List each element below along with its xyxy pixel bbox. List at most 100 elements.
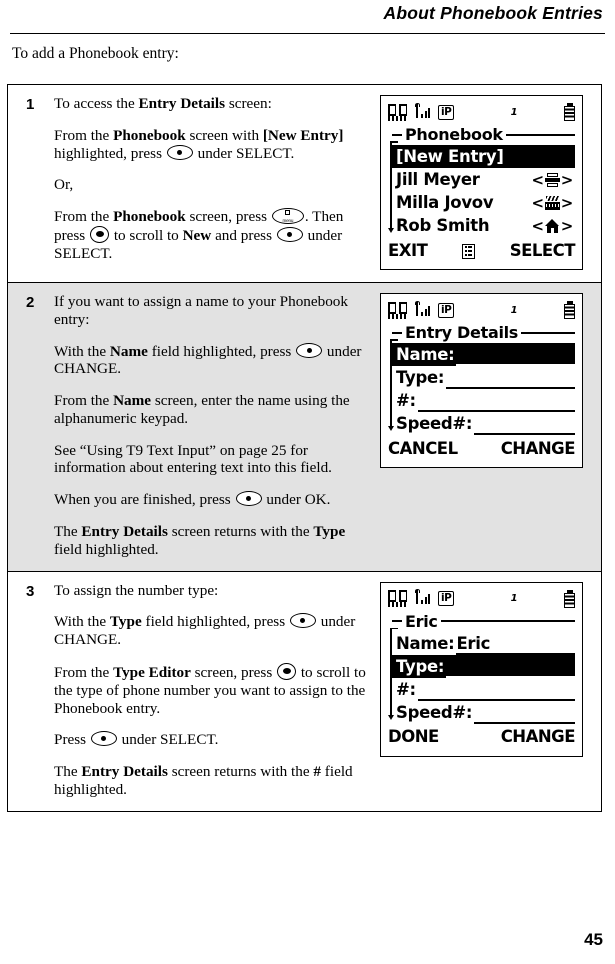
field-row-speed[interactable]: Speed#:: [392, 701, 575, 724]
text-fragment: With the: [54, 613, 110, 631]
field-row-type[interactable]: Type:: [392, 654, 575, 678]
line-number-indicator: 1: [510, 106, 518, 118]
step-paragraph: To assign the number type:: [54, 582, 374, 600]
list-item[interactable]: Rob Smith < >: [392, 214, 575, 237]
field-value: [446, 675, 575, 678]
text-fragment: When you are finished, press: [54, 491, 235, 509]
step-body: To access the Entry Details screen: From…: [50, 85, 380, 274]
status-bar: iP 1: [388, 102, 575, 122]
phonebook-book-icon: [388, 103, 407, 121]
text-fragment: under OK.: [262, 491, 331, 509]
softkey-bar: CANCEL CHANGE: [388, 435, 576, 460]
list-item-label: [New Entry]: [396, 147, 504, 166]
screen-title: Phonebook: [405, 125, 503, 144]
list-item[interactable]: Jill Meyer < >: [392, 168, 575, 191]
field-row-type[interactable]: Type:: [392, 366, 575, 389]
step-row: 3 To assign the number type: With the Ty…: [8, 570, 601, 811]
select-key-icon: [276, 226, 303, 242]
text-fragment: screen:: [225, 95, 272, 112]
entry-details-fields: Name: Eric Type: #: Speed#:: [388, 627, 575, 724]
text-fragment: highlighted, press: [54, 144, 166, 162]
step-number: 1: [26, 96, 35, 113]
softkey-bar: DONE CHANGE: [388, 724, 576, 749]
step-paragraph: With the Type field highlighted, press u…: [54, 613, 374, 649]
step-paragraph: From the Phonebook screen with [New Entr…: [54, 127, 374, 163]
title-rule-right: [440, 620, 575, 623]
screen-title-row: Eric: [388, 611, 575, 632]
select-key-icon: [289, 613, 316, 629]
text-fragment: To assign the number type:: [54, 581, 219, 599]
step-number: 2: [26, 294, 35, 311]
status-bar: iP 1: [388, 300, 575, 320]
text-fragment: field highlighted, press: [141, 613, 289, 631]
text-fragment: From the: [54, 392, 114, 410]
field-row-number[interactable]: #:: [392, 389, 575, 412]
scroll-indicator-icon: [388, 339, 398, 433]
signal-antenna-icon: [414, 300, 436, 319]
emphasis-phonebook: Phonebook: [113, 208, 186, 226]
phone-screen-phonebook: iP 1 Phonebook [New Entry] Jill Meyer < …: [380, 95, 583, 270]
phonebook-book-icon: [388, 590, 407, 608]
softkey-center[interactable]: [427, 241, 509, 260]
text-fragment: With the: [54, 342, 110, 360]
text-fragment: The: [54, 523, 82, 541]
line-number-indicator: 1: [510, 593, 518, 605]
emphasis-new: New: [182, 226, 212, 244]
step-paragraph: From the Type Editor screen, press to sc…: [54, 662, 374, 717]
step-number: 3: [26, 582, 35, 600]
field-row-name[interactable]: Name: Eric: [392, 632, 575, 655]
list-item[interactable]: [New Entry]: [392, 145, 575, 168]
list-item[interactable]: Milla Jovov < >: [392, 191, 575, 214]
select-key-icon: [235, 491, 262, 507]
field-row-number[interactable]: #:: [392, 678, 575, 701]
field-value: [417, 410, 575, 412]
step-paragraph: To access the Entry Details screen:: [54, 95, 374, 113]
step-paragraph: From the Phonebook screen, press menu. T…: [54, 208, 374, 262]
softkey-left[interactable]: EXIT: [388, 241, 428, 260]
battery-icon: [564, 301, 575, 319]
emphasis-name: Name: [113, 392, 152, 410]
field-label: #:: [396, 391, 416, 410]
page-number: 45: [584, 930, 603, 949]
menu-key-icon: menu: [271, 208, 304, 225]
step-row: 2 If you want to assign a name to your P…: [8, 282, 601, 571]
field-row-name[interactable]: Name:: [392, 343, 575, 366]
step-paragraph: Or,: [54, 176, 374, 194]
signal-antenna-icon: [414, 102, 436, 121]
screen-title-row: Entry Details: [388, 322, 575, 343]
fax-icon: [544, 172, 560, 187]
emphasis-number-field: #: [313, 763, 321, 781]
emphasis-new-entry: [New Entry]: [262, 126, 344, 144]
text-fragment: To access the: [54, 95, 139, 112]
text-fragment: to scroll to: [110, 226, 183, 244]
softkey-right[interactable]: CHANGE: [501, 727, 576, 746]
list-item-type-tag: < >: [531, 170, 573, 189]
text-fragment: If you want to assign a name to your Pho…: [54, 293, 348, 328]
step-body: If you want to assign a name to your Pho…: [50, 283, 380, 571]
step-paragraph: The Entry Details screen returns with th…: [54, 523, 374, 559]
field-value: [456, 364, 575, 366]
navigation-key-icon: [90, 225, 110, 243]
field-row-speed[interactable]: Speed#:: [392, 412, 575, 435]
step-illustration: iP 1 Eric Name: Eric Type: #: Speed#: DO…: [380, 572, 601, 769]
step-paragraph: From the Name screen, enter the name usi…: [54, 392, 374, 428]
list-item-label: Jill Meyer: [396, 170, 480, 189]
list-item-label: Rob Smith: [396, 216, 490, 235]
text-fragment: From the: [54, 663, 114, 681]
emphasis-entry-details: Entry Details: [81, 523, 168, 541]
softkey-left[interactable]: CANCEL: [388, 439, 458, 458]
step-paragraph: The Entry Details screen returns with th…: [54, 763, 374, 799]
title-rule-left: [392, 620, 402, 623]
text-fragment: field highlighted.: [54, 540, 159, 558]
battery-icon: [564, 103, 575, 121]
softkey-right[interactable]: CHANGE: [501, 439, 576, 458]
step-illustration: iP 1 Entry Details Name: Type: #: Speed#…: [380, 283, 601, 480]
softkey-right[interactable]: SELECT: [510, 241, 576, 260]
screen-title-row: Phonebook: [388, 124, 575, 145]
phone-screen-entry-details: iP 1 Entry Details Name: Type: #: Speed#…: [380, 293, 583, 468]
emphasis-phonebook: Phonebook: [113, 126, 186, 144]
signal-antenna-icon: [414, 589, 436, 607]
text-fragment: and press: [211, 226, 276, 244]
softkey-left[interactable]: DONE: [388, 727, 439, 746]
step-row: 1 To access the Entry Details screen: Fr…: [8, 85, 601, 282]
